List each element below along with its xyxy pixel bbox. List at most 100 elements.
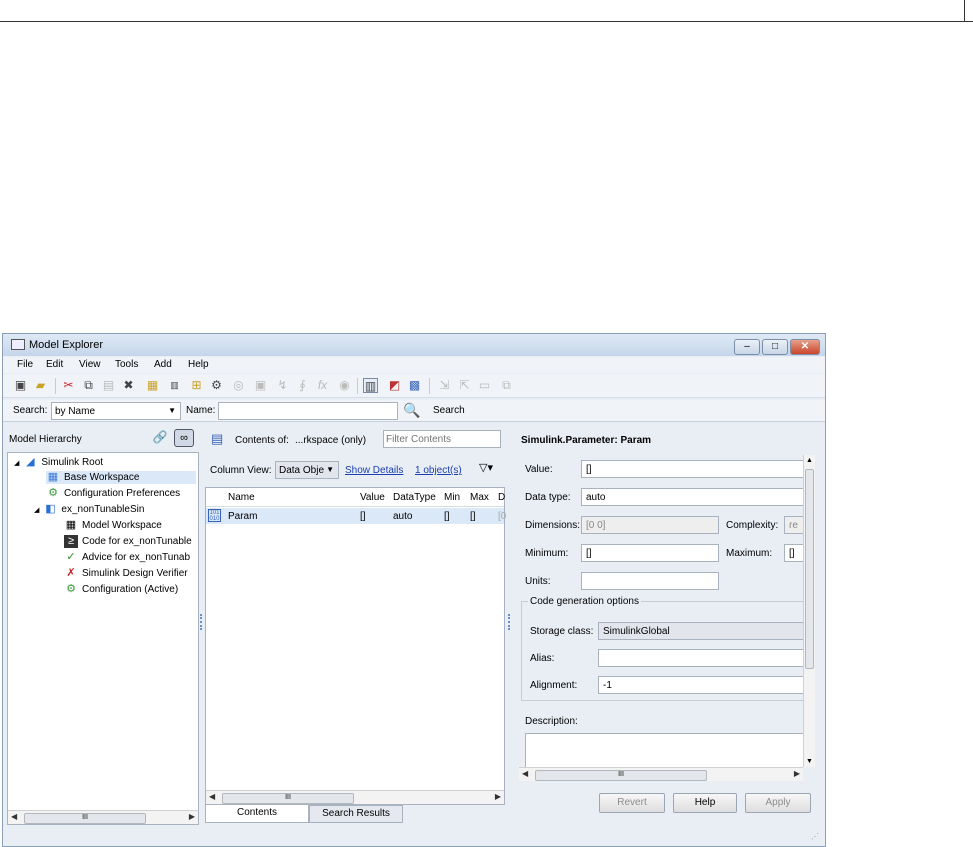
- tab-search-results[interactable]: Search Results: [309, 805, 403, 823]
- hierarchy-horizontal-scrollbar[interactable]: ◀ III ▶: [8, 810, 198, 824]
- open-folder-icon[interactable]: ▰: [33, 378, 48, 393]
- search-magnifier-icon[interactable]: 🔍: [403, 402, 420, 419]
- tree-item-configuration-preferences[interactable]: ⚙ Configuration Preferences: [46, 487, 180, 500]
- scroll-thumb[interactable]: III: [24, 813, 146, 824]
- splitter-handle[interactable]: [508, 614, 511, 630]
- revert-button[interactable]: Revert: [599, 793, 665, 813]
- menu-tools[interactable]: Tools: [115, 359, 138, 370]
- filter-contents-input[interactable]: [383, 430, 501, 448]
- chevron-down-icon: ▼: [168, 406, 176, 415]
- column-header-datatype[interactable]: DataType: [393, 492, 436, 503]
- record-icon[interactable]: ◉: [337, 378, 352, 393]
- menu-file[interactable]: File: [17, 359, 33, 370]
- block-icon[interactable]: ▣: [253, 378, 268, 393]
- column-header-value[interactable]: Value: [360, 492, 385, 503]
- column-header-d[interactable]: D: [498, 492, 505, 503]
- properties-vertical-scrollbar[interactable]: ▲ ▼: [803, 455, 815, 767]
- properties-horizontal-scrollbar[interactable]: ◀ III ▶: [519, 767, 803, 781]
- help-button[interactable]: Help: [673, 793, 737, 813]
- scroll-up-icon[interactable]: ▲: [806, 457, 813, 464]
- tree-item-simulink-root[interactable]: ◢ ◢ Simulink Root: [14, 456, 103, 469]
- cut-icon[interactable]: ✂: [61, 378, 76, 393]
- menu-help[interactable]: Help: [188, 359, 209, 370]
- scroll-thumb[interactable]: III: [535, 770, 707, 781]
- scroll-thumb[interactable]: [805, 469, 814, 669]
- event-icon[interactable]: ↯: [275, 378, 290, 393]
- tab-contents[interactable]: Contents: [205, 805, 309, 823]
- search-name-input[interactable]: [218, 402, 398, 420]
- column-view-dropdown[interactable]: Data Obje ▼: [275, 461, 339, 479]
- binary-data-icon[interactable]: ▥: [167, 378, 182, 393]
- duplicate-icon[interactable]: ⧉: [499, 378, 514, 393]
- tree-expand-icon[interactable]: ◢: [14, 460, 19, 467]
- column-header-min[interactable]: Min: [444, 492, 460, 503]
- tree-item-code[interactable]: ≥ Code for ex_nonTunable: [64, 535, 192, 548]
- workspace-grid-icon[interactable]: ▦: [145, 378, 160, 393]
- search-mode-dropdown[interactable]: by Name ▼: [51, 402, 181, 420]
- object-count-link[interactable]: 1 object(s): [415, 465, 462, 476]
- model-hierarchy-title: Model Hierarchy: [9, 434, 82, 445]
- value-field[interactable]: []: [581, 460, 803, 478]
- tree-item-model-workspace[interactable]: ▦ Model Workspace: [64, 519, 162, 532]
- description-textarea[interactable]: [525, 733, 803, 767]
- column-header-name[interactable]: Name: [228, 492, 255, 503]
- fx-icon[interactable]: fx: [315, 378, 330, 393]
- scroll-down-icon[interactable]: ▼: [806, 758, 813, 765]
- show-all-icon[interactable]: ∞: [174, 429, 194, 447]
- tree-item-ex-nontunablesin[interactable]: ◢ ◧ ex_nonTunableSin: [34, 503, 144, 516]
- alias-field[interactable]: [598, 649, 803, 667]
- scroll-left-icon[interactable]: ◀: [209, 792, 215, 801]
- target-icon[interactable]: ◎: [231, 378, 246, 393]
- units-field[interactable]: [581, 572, 719, 590]
- configuration-icon[interactable]: ⚙: [209, 378, 224, 393]
- scroll-right-icon[interactable]: ▶: [189, 812, 195, 821]
- scroll-thumb[interactable]: III: [222, 793, 354, 804]
- signal-icon[interactable]: ⊞: [189, 378, 204, 393]
- menu-edit[interactable]: Edit: [46, 359, 63, 370]
- scroll-right-icon[interactable]: ▶: [495, 792, 501, 801]
- resize-grip-icon[interactable]: ⋰: [811, 832, 821, 842]
- tree-item-base-workspace[interactable]: ▦ Base Workspace: [46, 471, 196, 484]
- column-view-icon[interactable]: ▥: [363, 378, 378, 393]
- show-details-link[interactable]: Show Details: [345, 465, 403, 476]
- toolbar: ▣ ▰ ✂ ⧉ ▤ ✖ ▦ ▥ ⊞ ⚙ ◎ ▣ ↯ ∮ fx ◉ ▥ ◩ ▩ ⇲…: [3, 374, 825, 398]
- tree-item-advice[interactable]: ✓ Advice for ex_nonTunab: [64, 551, 190, 564]
- contents-horizontal-scrollbar[interactable]: ◀ III ▶: [206, 790, 504, 804]
- close-button[interactable]: ✕: [790, 339, 820, 355]
- maximize-button[interactable]: □: [762, 339, 788, 355]
- delete-icon[interactable]: ✖: [121, 378, 136, 393]
- tree-item-design-verifier[interactable]: ✗ Simulink Design Verifier: [64, 567, 187, 580]
- print-icon[interactable]: ▭: [477, 378, 492, 393]
- menu-add[interactable]: Add: [154, 359, 172, 370]
- row-value: []: [360, 511, 366, 522]
- alignment-field[interactable]: -1: [598, 676, 803, 694]
- maximum-field[interactable]: []: [784, 544, 803, 562]
- paste-icon[interactable]: ▤: [101, 378, 116, 393]
- scroll-left-icon[interactable]: ◀: [11, 812, 17, 821]
- import-icon[interactable]: ⇱: [457, 378, 472, 393]
- contents-panel: ▤ Contents of: ...rkspace (only) Column …: [205, 425, 506, 825]
- table-row[interactable]: 101 010 Param [] auto [] [] [0: [206, 508, 506, 524]
- function-icon[interactable]: ∮: [295, 378, 310, 393]
- new-model-icon[interactable]: ▣: [13, 378, 28, 393]
- scroll-left-icon[interactable]: ◀: [522, 769, 528, 778]
- tree-item-configuration-active[interactable]: ⚙ Configuration (Active): [64, 583, 178, 596]
- grid-view-icon[interactable]: ▩: [407, 378, 422, 393]
- dialog-view-icon[interactable]: ◩: [387, 378, 402, 393]
- minimum-field[interactable]: []: [581, 544, 719, 562]
- row-max: []: [470, 511, 476, 522]
- filter-funnel-icon[interactable]: ▽▾: [479, 461, 493, 474]
- apply-button[interactable]: Apply: [745, 793, 811, 813]
- tree-expand-icon[interactable]: ◢: [34, 507, 39, 514]
- search-button[interactable]: Search: [433, 405, 465, 416]
- export-icon[interactable]: ⇲: [437, 378, 452, 393]
- minimize-button[interactable]: –: [734, 339, 760, 355]
- link-icon[interactable]: 🔗: [152, 430, 168, 446]
- scroll-right-icon[interactable]: ▶: [794, 769, 800, 778]
- copy-icon[interactable]: ⧉: [81, 378, 96, 393]
- menu-view[interactable]: View: [79, 359, 101, 370]
- column-header-max[interactable]: Max: [470, 492, 489, 503]
- splitter-handle[interactable]: [200, 614, 203, 630]
- storage-class-dropdown[interactable]: SimulinkGlobal: [598, 622, 803, 640]
- datatype-field[interactable]: auto: [581, 488, 803, 506]
